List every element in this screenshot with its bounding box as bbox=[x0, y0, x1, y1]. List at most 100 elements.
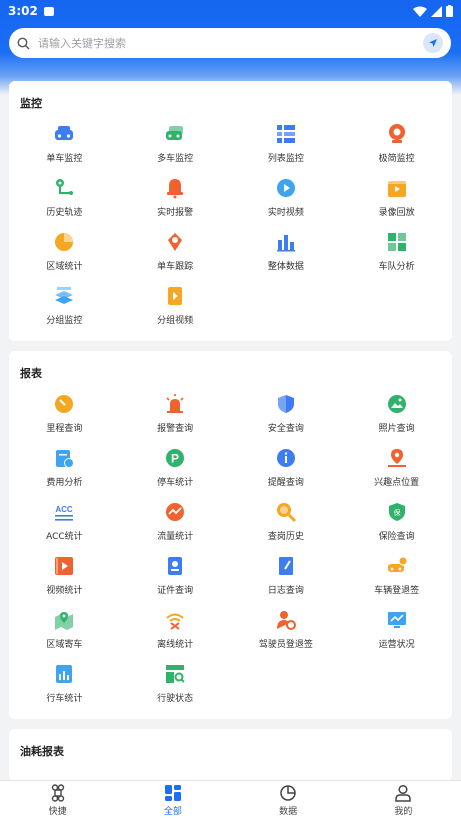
menu-item[interactable]: 照片查询 bbox=[341, 387, 452, 441]
camera-icon bbox=[386, 123, 408, 145]
tab-data[interactable]: 数据 bbox=[231, 781, 346, 820]
menu-item-label: 照片查询 bbox=[378, 424, 415, 434]
menu-item[interactable]: 区域统计 bbox=[9, 225, 120, 279]
search-bar[interactable]: 请输入关键字搜索 bbox=[9, 28, 451, 58]
shield-icon bbox=[275, 393, 297, 415]
menu-item[interactable]: 提醒查询 bbox=[231, 441, 342, 495]
menu-item-label: 列表监控 bbox=[267, 154, 304, 164]
wifi-icon bbox=[413, 6, 427, 17]
menu-item[interactable]: 里程查询 bbox=[9, 387, 120, 441]
status-time: 3:02 bbox=[8, 4, 38, 18]
section-monitor: 监控 单车监控 多车监控 列表监控 极简监控 历史轨迹 实时报警 实时视频 录像回放 区域统计单… bbox=[9, 81, 452, 341]
menu-item[interactable]: 行驶状态 bbox=[120, 657, 231, 711]
command-icon bbox=[51, 784, 64, 802]
svg-text:ACC: ACC bbox=[56, 505, 74, 514]
menu-item-label: 行驶状态 bbox=[157, 694, 194, 704]
menu-item[interactable]: 视频统计 bbox=[9, 549, 120, 603]
menu-item[interactable]: 分组监控 bbox=[9, 279, 120, 333]
tab-all[interactable]: 全部 bbox=[115, 781, 230, 820]
menu-item[interactable]: 录像回放 bbox=[341, 171, 452, 225]
menu-item[interactable]: 查岗历史 bbox=[231, 495, 342, 549]
menu-item[interactable]: 报警查询 bbox=[120, 387, 231, 441]
magnifier-icon bbox=[275, 501, 297, 523]
menu-item[interactable]: 单车监控 bbox=[9, 117, 120, 171]
info-icon bbox=[275, 447, 297, 469]
menu-item-label: 录像回放 bbox=[378, 208, 415, 218]
menu-item[interactable]: 车辆登退签 bbox=[341, 549, 452, 603]
target-pin-icon bbox=[164, 231, 186, 253]
menu-item[interactable]: ACC ACC统计 bbox=[9, 495, 120, 549]
notification-icon bbox=[43, 6, 54, 16]
menu-item[interactable]: 车队分析 bbox=[341, 225, 452, 279]
tab-shortcut[interactable]: 快捷 bbox=[0, 781, 115, 820]
menu-item[interactable]: 安全查询 bbox=[231, 387, 342, 441]
menu-item[interactable]: 保保险查询 bbox=[341, 495, 452, 549]
driver-icon bbox=[275, 609, 297, 631]
menu-item[interactable]: 分组视频 bbox=[120, 279, 231, 333]
menu-item-label: 兴趣点位置 bbox=[374, 478, 420, 488]
bell-icon bbox=[164, 177, 186, 199]
menu-item-label: 实时报警 bbox=[157, 208, 194, 218]
parking-icon: P bbox=[164, 447, 186, 469]
svg-text:保: 保 bbox=[393, 508, 400, 517]
menu-item-label: 驾驶员登退签 bbox=[258, 640, 313, 650]
menu-item-label: 单车监控 bbox=[46, 154, 83, 164]
tab-mine[interactable]: 我的 bbox=[346, 781, 461, 820]
trend-icon bbox=[164, 501, 186, 523]
menu-item-label: 实时视频 bbox=[267, 208, 304, 218]
pie-icon bbox=[53, 231, 75, 253]
menu-item[interactable]: 离线统计 bbox=[120, 603, 231, 657]
menu-item[interactable]: 流量统计 bbox=[120, 495, 231, 549]
tab-label: 我的 bbox=[394, 807, 413, 817]
menu-item[interactable]: 运营状况 bbox=[341, 603, 452, 657]
section-reports: 报表 里程查询 报警查询 安全查询 照片查询 费用分析 P 停车统计 提醒查询 兴趣点位置 ACC… bbox=[9, 351, 452, 719]
id-card-icon bbox=[164, 555, 186, 577]
menu-item[interactable]: 兴趣点位置 bbox=[341, 441, 452, 495]
list-icon bbox=[275, 123, 297, 145]
menu-item[interactable]: 多车监控 bbox=[120, 117, 231, 171]
tab-label: 快捷 bbox=[48, 807, 67, 817]
menu-item[interactable]: 区域寄车 bbox=[9, 603, 120, 657]
locate-button[interactable] bbox=[423, 33, 443, 53]
user-icon bbox=[395, 784, 412, 802]
gauge-icon bbox=[53, 393, 75, 415]
menu-item-label: 区域寄车 bbox=[46, 640, 83, 650]
poi-icon bbox=[386, 447, 408, 469]
route-icon bbox=[53, 177, 75, 199]
grid-icon bbox=[386, 231, 408, 253]
menu-item-label: 离线统计 bbox=[157, 640, 194, 650]
section-grid: 里程查询 报警查询 安全查询 照片查询 费用分析 P 停车统计 提醒查询 兴趣点位置 ACC ACC… bbox=[9, 387, 452, 711]
menu-item[interactable]: 费用分析 bbox=[9, 441, 120, 495]
menu-item[interactable]: 列表监控 bbox=[231, 117, 342, 171]
pie-chart-icon bbox=[280, 785, 296, 801]
menu-item-label: 历史轨迹 bbox=[46, 208, 83, 218]
navigation-arrow-icon bbox=[429, 39, 437, 47]
search-icon bbox=[17, 37, 30, 49]
menu-item[interactable]: 实时视频 bbox=[231, 171, 342, 225]
menu-item-label: 证件查询 bbox=[157, 586, 194, 596]
menu-item-label: 多车监控 bbox=[157, 154, 194, 164]
svg-text:P: P bbox=[171, 452, 179, 466]
menu-item[interactable]: 历史轨迹 bbox=[9, 171, 120, 225]
layers-icon bbox=[53, 285, 75, 307]
menu-item-label: ACC统计 bbox=[46, 532, 83, 542]
menu-item-label: 分组监控 bbox=[46, 316, 83, 326]
menu-item-label: 费用分析 bbox=[46, 478, 83, 488]
menu-item[interactable]: 证件查询 bbox=[120, 549, 231, 603]
menu-item[interactable]: 极简监控 bbox=[341, 117, 452, 171]
menu-item[interactable]: P 停车统计 bbox=[120, 441, 231, 495]
car-icon bbox=[53, 123, 75, 145]
menu-item[interactable]: 单车跟踪 bbox=[120, 225, 231, 279]
battery-icon bbox=[446, 5, 453, 17]
map-pin-icon bbox=[53, 609, 75, 631]
menu-item-label: 行车统计 bbox=[46, 694, 83, 704]
menu-item[interactable]: 驾驶员登退签 bbox=[231, 603, 342, 657]
menu-item[interactable]: 整体数据 bbox=[231, 225, 342, 279]
menu-item[interactable]: 行车统计 bbox=[9, 657, 120, 711]
menu-item[interactable]: 日志查询 bbox=[231, 549, 342, 603]
section-title: 油耗报表 bbox=[20, 745, 64, 758]
menu-item[interactable]: 实时报警 bbox=[120, 171, 231, 225]
menu-item-label: 运营状况 bbox=[378, 640, 415, 650]
search-placeholder[interactable]: 请输入关键字搜索 bbox=[38, 35, 423, 51]
menu-item-label: 流量统计 bbox=[157, 532, 194, 542]
